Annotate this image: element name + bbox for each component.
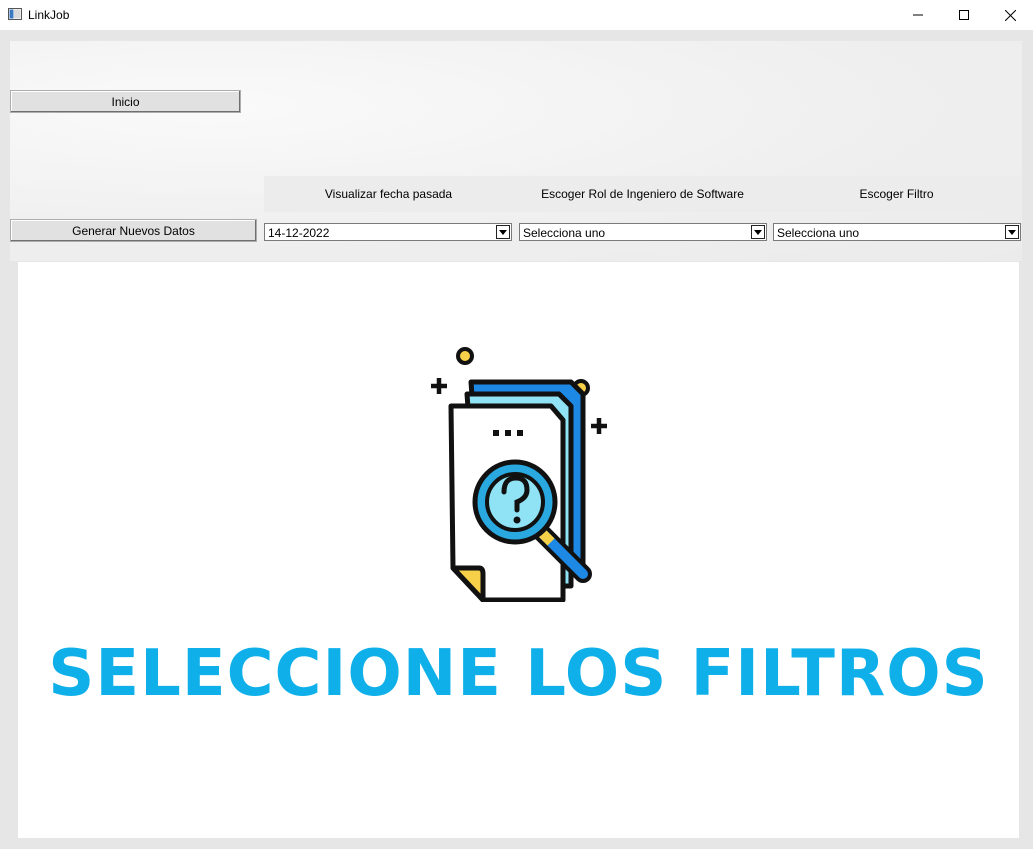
maximize-button[interactable] xyxy=(941,0,987,30)
fecha-dropdown[interactable]: 14-12-2022 xyxy=(264,223,512,241)
select-filters-heading: SELECCIONE LOS FILTROS xyxy=(48,637,989,711)
rol-dropdown[interactable]: Selecciona uno xyxy=(519,223,767,241)
app-icon xyxy=(8,8,22,20)
close-button[interactable] xyxy=(987,0,1033,30)
close-icon xyxy=(1004,9,1016,21)
chevron-down-icon[interactable] xyxy=(751,225,765,239)
minimize-button[interactable] xyxy=(895,0,941,30)
fecha-label: Visualizar fecha pasada xyxy=(264,176,513,212)
window-title: LinkJob xyxy=(28,8,70,22)
window-titlebar: LinkJob xyxy=(0,0,1033,30)
minimize-icon xyxy=(913,14,923,16)
filtro-dropdown-value: Selecciona uno xyxy=(777,226,860,240)
document-search-question-icon xyxy=(431,347,607,602)
maximize-icon xyxy=(959,10,969,20)
filtro-label: Escoger Filtro xyxy=(772,176,1021,212)
chevron-down-icon[interactable] xyxy=(1005,225,1019,239)
inicio-button[interactable]: Inicio xyxy=(10,90,241,113)
generar-nuevos-datos-button[interactable]: Generar Nuevos Datos xyxy=(10,219,257,242)
rol-dropdown-value: Selecciona uno xyxy=(523,226,606,240)
filtro-dropdown[interactable]: Selecciona uno xyxy=(773,223,1021,241)
fecha-dropdown-value: 14-12-2022 xyxy=(268,226,330,240)
chevron-down-icon[interactable] xyxy=(496,225,510,239)
results-panel: SELECCIONE LOS FILTROS xyxy=(18,262,1019,838)
rol-label: Escoger Rol de Ingeniero de Software xyxy=(513,176,772,212)
